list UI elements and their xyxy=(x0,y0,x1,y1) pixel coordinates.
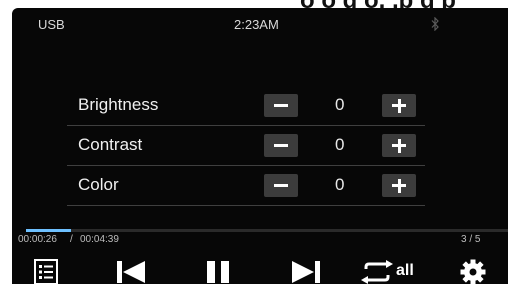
skip-previous-icon[interactable] xyxy=(115,260,147,284)
brightness-increase-button[interactable] xyxy=(382,94,416,117)
contrast-row: Contrast 0 xyxy=(67,126,425,166)
brightness-decrease-button[interactable] xyxy=(264,94,298,117)
track-counter: 3 / 5 xyxy=(461,234,481,245)
contrast-value: 0 xyxy=(335,135,345,154)
contrast-decrease-button[interactable] xyxy=(264,134,298,157)
color-increase-button[interactable] xyxy=(382,174,416,197)
progress-bar[interactable] xyxy=(26,229,508,232)
list-icon[interactable] xyxy=(34,259,58,284)
brightness-row: Brightness 0 xyxy=(67,86,425,126)
repeat-button[interactable]: all xyxy=(360,260,424,284)
progress-fill xyxy=(26,229,71,232)
color-decrease-button[interactable] xyxy=(264,174,298,197)
pause-icon[interactable] xyxy=(204,260,234,284)
clock: 2:23AM xyxy=(234,17,279,32)
total-duration: 00:04:39 xyxy=(80,234,119,245)
elapsed-time: 00:00:26 xyxy=(18,234,57,245)
divider xyxy=(67,205,425,206)
brightness-label: Brightness xyxy=(78,95,159,114)
contrast-label: Contrast xyxy=(78,135,143,154)
brightness-value: 0 xyxy=(335,95,345,114)
color-value: 0 xyxy=(335,175,345,194)
repeat-icon xyxy=(361,260,393,284)
contrast-increase-button[interactable] xyxy=(382,134,416,157)
skip-next-icon[interactable] xyxy=(290,260,322,284)
color-label: Color xyxy=(78,175,119,194)
color-row: Color 0 xyxy=(67,166,425,206)
media-player-screen: USB 2:23AM Brightness 0 Contrast 0 Color… xyxy=(12,8,508,284)
time-separator: / xyxy=(70,234,73,245)
bluetooth-icon xyxy=(430,16,440,34)
device-frame: o o g o, ,p q p USB 2:23AM Brightness 0 … xyxy=(0,0,510,284)
repeat-mode-label: all xyxy=(396,262,414,279)
source-label: USB xyxy=(38,17,65,32)
gear-icon[interactable] xyxy=(460,259,486,284)
